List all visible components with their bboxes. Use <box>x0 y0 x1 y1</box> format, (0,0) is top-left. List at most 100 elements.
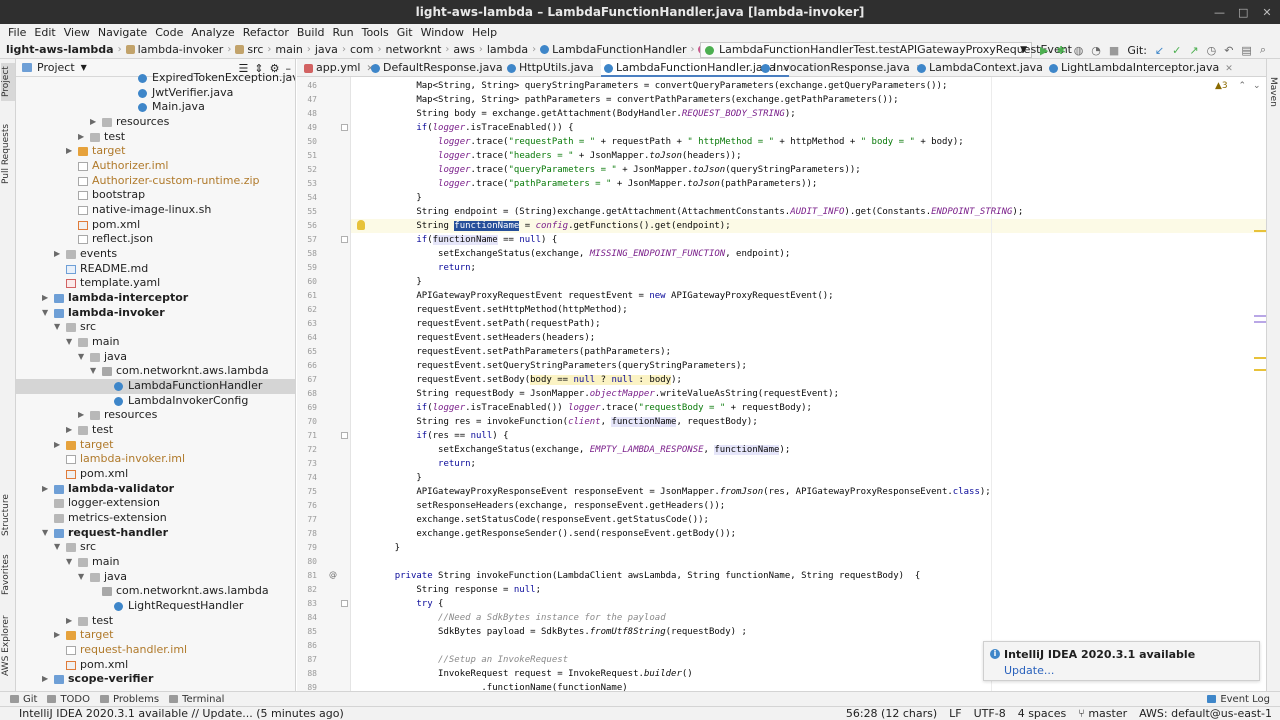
tree-item[interactable]: ▼ src <box>16 320 295 335</box>
git-history-icon[interactable]: ◷ <box>1207 44 1217 57</box>
editor-tab[interactable]: DefaultResponse.java✕ <box>368 59 516 77</box>
code-line[interactable]: } <box>373 191 421 205</box>
code-line[interactable]: String functionName = config.getFunction… <box>373 219 731 233</box>
chevron-right-icon[interactable]: ▶ <box>66 423 72 438</box>
tree-item[interactable]: ▼ com.networknt.aws.lambda <box>16 364 295 379</box>
code-line[interactable]: if(logger.isTraceEnabled()) { <box>373 121 573 135</box>
event-log-button[interactable]: Event Log <box>1207 694 1270 705</box>
chevron-right-icon[interactable]: ▶ <box>54 247 60 262</box>
chevron-down-icon[interactable]: ▼ <box>78 350 84 365</box>
git-update-icon[interactable]: ↙ <box>1155 44 1164 57</box>
aws-connection[interactable]: AWS: default@us-east-1 <box>1139 707 1272 720</box>
line-number[interactable]: 76 <box>297 499 317 513</box>
line-number[interactable]: 47 <box>297 93 317 107</box>
code-line[interactable]: requestEvent.setQueryStringParameters(qu… <box>373 359 747 373</box>
maximize-icon[interactable]: □ <box>1238 6 1248 19</box>
code-line[interactable]: if(res == null) { <box>373 429 508 443</box>
tree-item[interactable]: lambda-invoker.iml <box>16 452 295 467</box>
line-number[interactable]: 53 <box>297 177 317 191</box>
line-number[interactable]: 61 <box>297 289 317 303</box>
tree-item[interactable]: request-handler.iml <box>16 643 295 658</box>
menu-tools[interactable]: Tools <box>358 24 393 41</box>
tree-item[interactable]: reflect.json <box>16 232 295 247</box>
fold-marker-icon[interactable] <box>341 432 348 439</box>
profile-icon[interactable]: ◔ <box>1091 44 1101 57</box>
warning-marker[interactable] <box>1254 357 1266 359</box>
line-number[interactable]: 69 <box>297 401 317 415</box>
project-tool-tab[interactable]: Project <box>1 63 15 101</box>
chevron-right-icon[interactable]: ▶ <box>42 672 48 687</box>
close-icon[interactable]: ✕ <box>1262 6 1272 19</box>
chevron-down-icon[interactable]: ▼ <box>78 570 84 585</box>
tree-item[interactable]: LightRequestHandler <box>16 599 295 614</box>
line-number[interactable]: 82 <box>297 583 317 597</box>
code-line[interactable]: //Need a SdkBytes instance for the paylo… <box>373 611 666 625</box>
minimize-icon[interactable]: — <box>1214 6 1225 19</box>
code-line[interactable]: } <box>373 471 421 485</box>
warning-marker[interactable] <box>1254 369 1266 371</box>
fold-marker-icon[interactable] <box>341 236 348 243</box>
lightbulb-icon[interactable] <box>357 220 365 230</box>
code-line[interactable]: InvokeRequest request = InvokeRequest.bu… <box>373 667 693 681</box>
code-line[interactable]: requestEvent.setBody(body == null ? null… <box>373 373 682 387</box>
menu-navigate[interactable]: Navigate <box>94 24 151 41</box>
code-line[interactable]: .functionName(functionName) <box>373 681 627 691</box>
editor-tab[interactable]: HttpUtils.java✕ <box>504 59 607 77</box>
status-message[interactable]: IntelliJ IDEA 2020.3.1 available // Upda… <box>19 707 344 720</box>
menu-view[interactable]: View <box>60 24 94 41</box>
line-number[interactable]: 88 <box>297 667 317 681</box>
tree-item[interactable]: ▶ events <box>16 247 295 262</box>
line-number[interactable]: 52 <box>297 163 317 177</box>
menu-code[interactable]: Code <box>151 24 187 41</box>
chevron-right-icon[interactable]: ▶ <box>78 408 84 423</box>
tree-item[interactable]: pom.xml <box>16 658 295 673</box>
line-number[interactable]: 51 <box>297 149 317 163</box>
line-number[interactable]: 89 <box>297 681 317 691</box>
fold-marker-icon[interactable] <box>341 124 348 131</box>
git-tool-button[interactable]: Git <box>10 694 37 705</box>
chevron-right-icon[interactable]: ▶ <box>78 130 84 145</box>
line-number[interactable]: 86 <box>297 639 317 653</box>
tree-item[interactable]: LambdaInvokerConfig <box>16 394 295 409</box>
code-line[interactable]: String response = null; <box>373 583 541 597</box>
line-number[interactable]: 84 <box>297 611 317 625</box>
tree-item[interactable]: ▼ main <box>16 335 295 350</box>
line-number[interactable]: 73 <box>297 457 317 471</box>
editor-tab[interactable]: app.yml✕ <box>301 59 374 77</box>
code-line[interactable]: String requestBody = JsonMapper.objectMa… <box>373 387 839 401</box>
tree-item[interactable]: metrics-extension <box>16 511 295 526</box>
code-line[interactable]: private String invokeFunction(LambdaClie… <box>373 569 921 583</box>
tree-item[interactable]: ▶ test <box>16 423 295 438</box>
line-number[interactable]: 67 <box>297 373 317 387</box>
line-number[interactable]: 62 <box>297 303 317 317</box>
tree-item[interactable]: ▼ src <box>16 540 295 555</box>
menu-refactor[interactable]: Refactor <box>239 24 293 41</box>
code-line[interactable]: Map<String, String> queryStringParameter… <box>373 79 947 93</box>
tree-item[interactable]: ExpiredTokenException.java <box>16 71 295 86</box>
chevron-up-icon[interactable]: ⌃ <box>1239 81 1247 91</box>
warning-marker[interactable] <box>1254 230 1266 232</box>
error-stripe[interactable] <box>1254 77 1266 691</box>
caret-position[interactable]: 56:28 (12 chars) <box>846 707 937 720</box>
line-number[interactable]: 79 <box>297 541 317 555</box>
editor-tab[interactable]: LambdaContext.java✕ <box>914 59 1056 77</box>
tree-item[interactable]: ▶ target <box>16 628 295 643</box>
breadcrumb-item[interactable]: lambda-invoker <box>125 43 223 56</box>
code-line[interactable]: String res = invokeFunction(client, func… <box>373 415 758 429</box>
chevron-down-icon[interactable]: ▼ <box>66 335 72 350</box>
editor-tab[interactable]: LightLambdaInterceptor.java ✕ <box>1046 59 1233 77</box>
git-push-icon[interactable]: ↗ <box>1189 44 1198 57</box>
code-line[interactable]: } <box>373 275 421 289</box>
terminal-tool-button[interactable]: Terminal <box>169 694 224 705</box>
line-number[interactable]: 70 <box>297 415 317 429</box>
tree-item[interactable]: com.networknt.aws.lambda <box>16 584 295 599</box>
run-configuration-select[interactable]: LambdaFunctionHandlerTest.testAPIGateway… <box>700 42 1072 58</box>
line-number[interactable]: 56 <box>297 219 317 233</box>
code-line[interactable]: SdkBytes payload = SdkBytes.fromUtf8Stri… <box>373 625 747 639</box>
code-line[interactable]: requestEvent.setPathParameters(pathParam… <box>373 345 671 359</box>
tree-item[interactable]: ▶ test <box>16 614 295 629</box>
line-number[interactable]: 75 <box>297 485 317 499</box>
breadcrumb-item[interactable]: aws <box>453 43 474 56</box>
chevron-down-icon[interactable]: ▼ <box>54 320 60 335</box>
code-line[interactable]: String endpoint = (String)exchange.getAt… <box>373 205 1023 219</box>
